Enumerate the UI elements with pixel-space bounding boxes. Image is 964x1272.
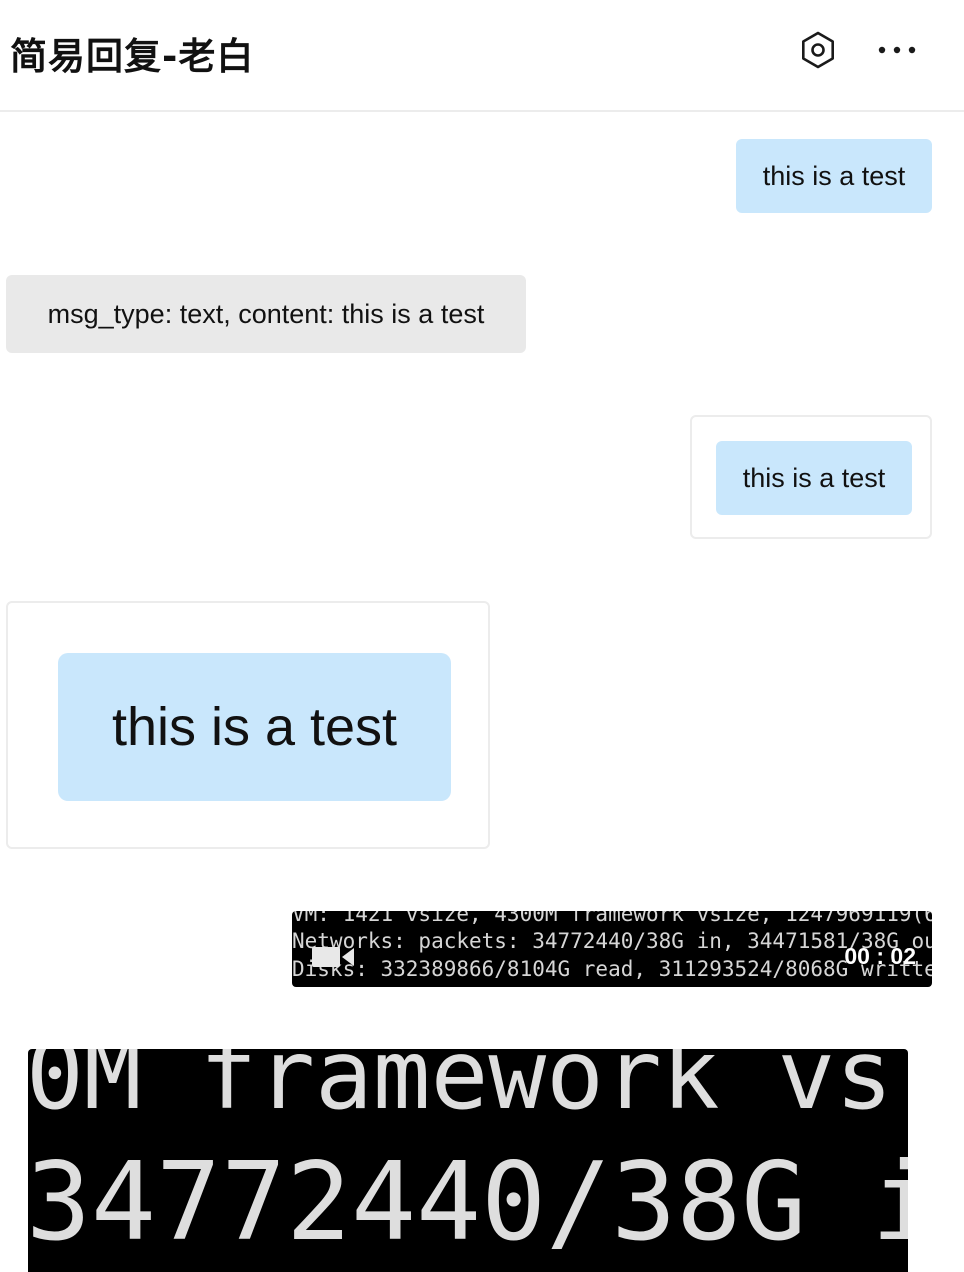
chat-title: 简易回复-老白 — [10, 35, 255, 78]
video-frame-line: VM: 1421 vsize, 4300M framework vsize, 1… — [292, 911, 932, 926]
my-message-bubble[interactable]: this is a test — [736, 139, 932, 213]
message-text: msg_type: text, content: this is a test — [47, 298, 485, 329]
message-text: this is a test — [762, 160, 906, 191]
video-frame-line: Disks: 332389866/8104G read, 311293524/8… — [292, 957, 932, 981]
message-text: this is a test — [111, 697, 398, 757]
video-duration: 00 : 02 — [844, 943, 916, 969]
video-camera-icon — [312, 947, 354, 967]
message-text: this is a test — [742, 462, 886, 493]
image-text-line: 34772440/38G in — [28, 1140, 908, 1265]
bot-message-bubble[interactable]: msg_type: text, content: this is a test — [6, 275, 526, 353]
image-message-card[interactable]: this is a test — [6, 601, 490, 849]
card-bubble-large: this is a test — [58, 653, 451, 801]
image-message[interactable]: 0M framework vs 34772440/38G in — [28, 1049, 908, 1272]
video-frame-line: Networks: packets: 34772440/38G in, 3447… — [292, 929, 932, 953]
more-button[interactable] — [872, 36, 922, 64]
settings-hex-icon — [802, 31, 835, 69]
message-card[interactable]: this is a test — [690, 415, 932, 539]
settings-button[interactable] — [798, 30, 838, 70]
chat-header: 简易回复-老白 — [0, 0, 964, 112]
more-dots-icon — [878, 46, 916, 54]
image-text-line: 0M framework vs — [28, 1049, 893, 1131]
video-message[interactable]: VM: 1421 vsize, 4300M framework vsize, 1… — [292, 911, 932, 987]
card-bubble: this is a test — [716, 441, 912, 515]
